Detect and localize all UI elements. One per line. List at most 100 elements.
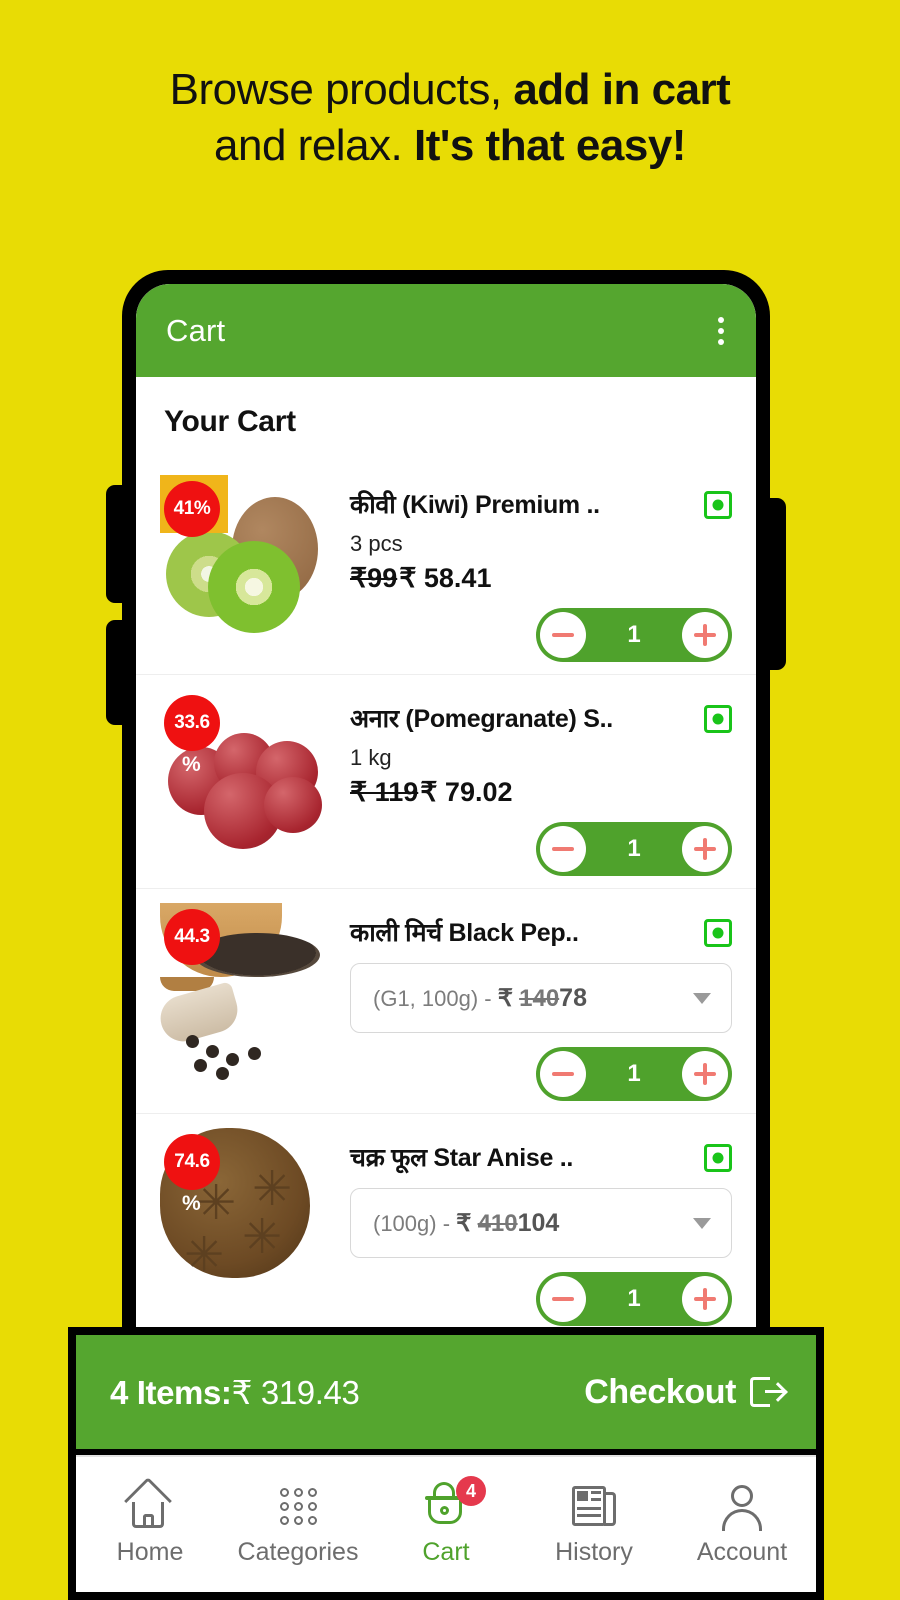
cart-item-row[interactable]: ✳ ✳ ✳ ✳ 74.6 % चक्र फूल Star Anise .. (1… [136, 1113, 756, 1338]
quantity-value: 1 [627, 1285, 641, 1312]
discount-badge: 44.3 [164, 909, 220, 965]
grid-dot [308, 1488, 317, 1497]
cart-item-title-row: अनार (Pomegranate) S.. [350, 701, 732, 735]
checkout-button[interactable]: Checkout [584, 1373, 784, 1412]
cart-body: Your Cart 41% कीवी (Kiwi) Premium .. 3 p… [136, 377, 756, 1338]
checkout-button-label: Checkout [584, 1372, 736, 1411]
grid-dots-icon [272, 1482, 324, 1530]
product-unit: 3 pcs [350, 531, 403, 556]
old-price: ₹99 [350, 563, 398, 593]
grid-dot [280, 1488, 289, 1497]
cart-item-row[interactable]: 41% कीवी (Kiwi) Premium .. 3 pcs ₹99₹ 58… [136, 461, 756, 674]
cart-items-count: 4 Items: [110, 1373, 232, 1411]
newspaper-icon-block [577, 1491, 588, 1501]
cart-item-info: कीवी (Kiwi) Premium .. 3 pcs ₹99₹ 58.41 … [328, 475, 732, 662]
quantity-stepper[interactable]: 1 [536, 822, 732, 876]
variant-rupee: ₹ [497, 984, 513, 1012]
cart-item-info: काली मिर्च Black Pep.. (G1, 100g) - ₹ 14… [328, 903, 732, 1101]
product-thumbnail: 33.6 % [160, 689, 328, 849]
product-title: अनार (Pomegranate) S.. [350, 705, 613, 733]
quantity-stepper[interactable]: 1 [536, 1047, 732, 1101]
app-bar: Cart [136, 284, 756, 377]
nav-item-account[interactable]: Account [672, 1482, 812, 1567]
cart-item-info: चक्र फूल Star Anise .. (100g) - ₹ 410104… [328, 1128, 732, 1326]
variant-prefix: (G1, 100g) - [373, 985, 498, 1011]
volume-up-button[interactable] [106, 485, 124, 603]
cart-count-badge: 4 [456, 1476, 486, 1506]
decrement-button[interactable] [540, 1276, 586, 1322]
variant-label: (100g) - ₹ 410104 [373, 1209, 559, 1238]
chevron-down-icon [693, 1217, 711, 1229]
decrement-button[interactable] [540, 1051, 586, 1097]
peppercorn [226, 1053, 239, 1066]
home-icon [123, 1476, 176, 1530]
product-title: काली मिर्च Black Pep.. [350, 919, 579, 947]
nav-label-categories: Categories [237, 1538, 359, 1566]
increment-button[interactable] [681, 826, 728, 872]
discount-badge: 41% [164, 481, 220, 537]
cart-item-title-row: कीवी (Kiwi) Premium .. [350, 487, 732, 521]
variant-dropdown[interactable]: (G1, 100g) - ₹ 14078 [350, 963, 732, 1033]
grid-dot [280, 1502, 289, 1511]
pepper-scoop [155, 981, 243, 1047]
cart-item-row[interactable]: 44.3 काली मिर्च Black Pep.. (G1, 100g) -… [136, 888, 756, 1113]
cart-total-amount: ₹ 319.43 [231, 1373, 360, 1411]
promo-line-2-normal: and relax. [214, 121, 414, 171]
kebab-dot [718, 316, 724, 323]
promo-line-1: Browse products, add in cart [90, 62, 810, 118]
nav-label-history: History [555, 1538, 633, 1566]
grid-dot [294, 1502, 303, 1511]
variant-dropdown[interactable]: (100g) - ₹ 410104 [350, 1188, 732, 1258]
checkout-bar: 4 Items:₹ 319.43 Checkout [76, 1335, 816, 1449]
veg-indicator-icon [704, 491, 732, 519]
product-title: चक्र फूल Star Anise .. [350, 1144, 574, 1172]
newspaper-icon-line [591, 1498, 601, 1501]
increment-button[interactable] [681, 1276, 728, 1322]
quantity-value: 1 [627, 835, 641, 862]
newspaper-icon-line [577, 1507, 601, 1510]
nav-item-cart[interactable]: 4 Cart [376, 1476, 516, 1567]
basket-icon-hole [440, 1506, 449, 1515]
grid-dot [294, 1488, 303, 1497]
bottom-nav-frame: Home Categories 4 Cart History Account [68, 1449, 824, 1600]
variant-old-price: 140 [519, 984, 560, 1012]
grid-dot [308, 1516, 317, 1525]
grid-dot [308, 1502, 317, 1511]
promo-line-2: and relax. It's that easy! [90, 118, 810, 174]
decrement-button[interactable] [540, 826, 586, 872]
promo-line-2-strong: It's that easy! [414, 121, 686, 171]
kebab-dot [718, 338, 724, 345]
veg-indicator-icon [704, 1144, 732, 1172]
bottom-nav: Home Categories 4 Cart History Account [76, 1455, 816, 1592]
nav-label-home: Home [116, 1538, 184, 1566]
increment-button[interactable] [681, 612, 728, 658]
veg-indicator-icon [704, 705, 732, 733]
nav-item-history[interactable]: History [524, 1482, 664, 1567]
nav-item-home[interactable]: Home [80, 1476, 220, 1567]
anise-star-glyph: ✳ [242, 1211, 283, 1264]
volume-down-button[interactable] [106, 620, 124, 725]
peppercorn [194, 1059, 207, 1072]
peppercorn [206, 1045, 219, 1058]
person-icon-head [731, 1485, 753, 1507]
increment-button[interactable] [681, 1051, 728, 1097]
power-button[interactable] [768, 498, 786, 670]
product-thumbnail: 41% [160, 475, 328, 633]
kebab-menu-icon[interactable] [712, 311, 730, 351]
discount-badge-percent: % [182, 753, 201, 776]
discount-badge: 74.6 [164, 1134, 220, 1190]
quantity-value: 1 [627, 1060, 641, 1087]
old-price: ₹ 119 [350, 777, 419, 807]
decrement-button[interactable] [540, 612, 586, 658]
newspaper-icon [568, 1482, 620, 1530]
variant-new-price: 104 [517, 1208, 560, 1237]
quantity-stepper[interactable]: 1 [536, 608, 732, 662]
quantity-stepper[interactable]: 1 [536, 1272, 732, 1326]
peppercorn [186, 1035, 199, 1048]
product-price: ₹ 119₹ 79.02 [350, 777, 732, 808]
checkout-bar-frame: 4 Items:₹ 319.43 Checkout [68, 1327, 824, 1457]
nav-item-categories[interactable]: Categories [228, 1482, 368, 1567]
cart-item-row[interactable]: 33.6 % अनार (Pomegranate) S.. 1 kg ₹ 119… [136, 674, 756, 888]
exit-icon-arrow [765, 1390, 784, 1393]
promo-line-1-normal: Browse products, [169, 65, 514, 114]
